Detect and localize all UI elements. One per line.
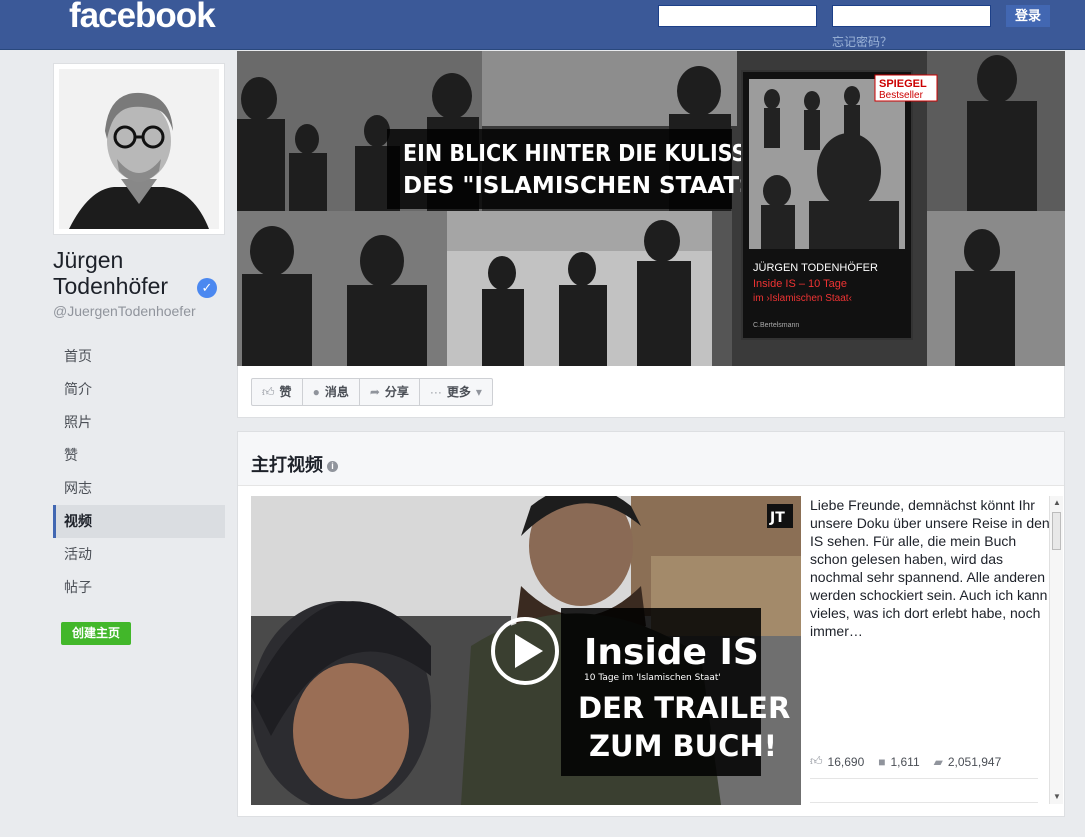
like-label: 赞: [279, 385, 292, 399]
message-label: 消息: [324, 385, 349, 399]
divider: [810, 778, 1038, 779]
more-icon: ···: [429, 385, 442, 399]
scroll-thumb[interactable]: [1052, 512, 1061, 550]
section-title-text: 主打视频: [251, 455, 323, 475]
profile-picture[interactable]: [53, 63, 225, 235]
likes-count: 16,690: [827, 754, 865, 769]
page-handle[interactable]: @JuergenTodenhoefer: [53, 303, 196, 319]
book-author: JÜRGEN TODENHÖFER: [753, 262, 878, 274]
cover-headline-1: EIN BLICK HINTER DIE KULISSEN: [403, 141, 778, 167]
message-button[interactable]: ● 消息: [303, 379, 360, 405]
book-badge-spiegel: SPIEGEL: [879, 78, 927, 90]
video-thumbnail[interactable]: JT Inside IS 10 Tage im 'Islamischen Sta…: [251, 496, 801, 805]
video-overlay-line-2: ZUM BUCH!: [589, 729, 777, 763]
description-scrollbar[interactable]: ▲ ▼: [1049, 496, 1063, 804]
book-publisher: C.Bertelsmann: [753, 322, 799, 329]
channel-badge: JT: [769, 510, 785, 526]
book-subtitle: im ›Islamischen Staat‹: [753, 293, 852, 304]
video-overlay-subtitle: 10 Tage im 'Islamischen Staat': [584, 673, 721, 683]
login-button[interactable]: 登录: [1006, 5, 1050, 27]
nav-item-notes[interactable]: 网志: [53, 472, 225, 505]
forgot-password-link[interactable]: 忘记密码？: [832, 33, 892, 50]
chevron-down-icon: ▾: [475, 385, 482, 399]
featured-video-title: 主打视频 i: [251, 451, 338, 477]
comments-count: 1,611: [890, 754, 920, 769]
video-overlay-line-1: DER TRAILER: [578, 691, 790, 725]
like-icon: 👍︎: [810, 754, 823, 768]
scroll-up-arrow-icon[interactable]: ▲: [1050, 496, 1064, 510]
book-badge-bestseller: Bestseller: [879, 90, 924, 101]
nav-item-posts[interactable]: 帖子: [53, 571, 225, 604]
video-description: Liebe Freunde, demnächst könnt Ihr unser…: [810, 497, 1050, 639]
cover-headline-2: DES "ISLAMISCHEN STAATS": [403, 173, 768, 199]
page-action-bar: 👍︎ 赞 ● 消息 ➦ 分享 ··· 更多 ▾: [237, 366, 1065, 418]
page-nav: 首页 简介 照片 赞 网志 视频 活动 帖子: [53, 340, 225, 604]
password-field[interactable]: [832, 5, 991, 27]
scroll-down-arrow-icon[interactable]: ▼: [1050, 790, 1064, 804]
book-title: Inside IS – 10 Tage: [753, 278, 847, 290]
video-icon: ▰: [933, 754, 943, 769]
likes-stat[interactable]: 👍︎ 16,690: [810, 754, 864, 769]
video-stats: 👍︎ 16,690 ■ 1,611 ▰ 2,051,947: [810, 754, 1040, 769]
cover-photo[interactable]: EIN BLICK HINTER DIE KULISSEN DES "ISLAM…: [237, 51, 1065, 366]
top-bar: facebook 登录 忘记密码？: [0, 0, 1085, 50]
info-icon[interactable]: i: [327, 461, 338, 472]
message-icon: ●: [312, 385, 320, 399]
email-field[interactable]: [658, 5, 817, 27]
like-icon: 👍︎: [262, 385, 275, 399]
profile-photo: [59, 69, 219, 229]
featured-video-card: 主打视频 i JT Inside IS 10 Tage im 'Islamisch…: [237, 431, 1065, 817]
nav-item-events[interactable]: 活动: [53, 538, 225, 571]
divider: [810, 802, 1038, 803]
views-count: 2,051,947: [947, 754, 1002, 769]
share-label: 分享: [384, 385, 409, 399]
page-name[interactable]: Jürgen Todenhöfer ✓: [53, 247, 217, 299]
featured-video-header: 主打视频 i: [238, 432, 1064, 486]
more-button[interactable]: ··· 更多 ▾: [420, 379, 492, 405]
like-button[interactable]: 👍︎ 赞: [252, 379, 303, 405]
video-overlay-title: Inside IS: [584, 632, 759, 673]
page-actions: 👍︎ 赞 ● 消息 ➦ 分享 ··· 更多 ▾: [251, 378, 493, 406]
nav-item-home[interactable]: 首页: [53, 340, 225, 373]
nav-item-about[interactable]: 简介: [53, 373, 225, 406]
page-name-text: Jürgen Todenhöfer: [53, 247, 169, 299]
comment-icon: ■: [878, 754, 886, 769]
views-stat: ▰ 2,051,947: [934, 754, 1002, 769]
share-button[interactable]: ➦ 分享: [360, 379, 420, 405]
verified-icon: ✓: [197, 278, 217, 298]
create-page-button[interactable]: 创建主页: [61, 622, 131, 645]
nav-item-videos[interactable]: 视频: [53, 505, 225, 538]
share-icon: ➦: [369, 385, 380, 399]
nav-item-likes[interactable]: 赞: [53, 439, 225, 472]
nav-item-photos[interactable]: 照片: [53, 406, 225, 439]
comments-stat[interactable]: ■ 1,611: [878, 754, 919, 769]
facebook-logo[interactable]: facebook: [69, 0, 216, 36]
more-label: 更多: [446, 385, 471, 399]
